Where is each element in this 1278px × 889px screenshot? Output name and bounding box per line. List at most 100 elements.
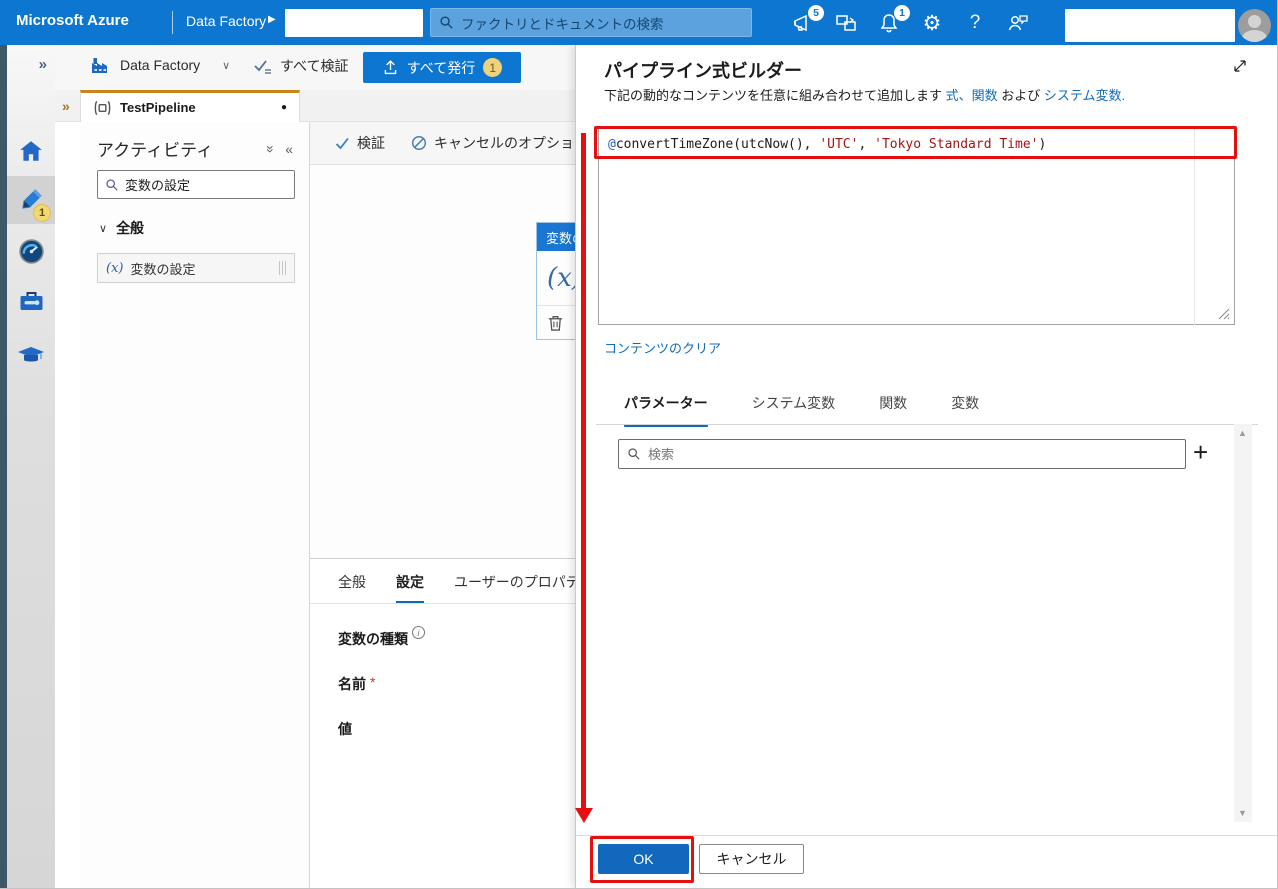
gear-icon: ⚙ — [922, 11, 942, 35]
resource-explorer-expand-button[interactable]: » — [62, 98, 70, 114]
rail-expand-button[interactable]: » — [7, 52, 55, 76]
checklist-icon — [254, 59, 271, 74]
props-tab-user-properties[interactable]: ユーザーのプロパティ — [454, 572, 593, 603]
add-parameter-button[interactable]: + — [1193, 437, 1208, 467]
author-changes-badge: 1 — [33, 204, 51, 222]
cancel-button[interactable]: キャンセル — [699, 844, 804, 874]
announcements-button[interactable]: 5 — [790, 5, 824, 35]
activity-item-set-variable[interactable]: (x) 変数の設定 — [97, 253, 295, 283]
props-tab-general[interactable]: 全般 — [338, 572, 366, 603]
trash-icon[interactable] — [547, 314, 564, 332]
activities-title: アクティビティ — [97, 141, 214, 160]
link-expression[interactable]: 式、 — [946, 88, 972, 103]
left-nav-rail: » 1 — [7, 45, 55, 888]
feedback-button[interactable] — [1005, 11, 1031, 35]
left-edge-strip — [0, 45, 7, 888]
sidebar-item-monitor[interactable] — [7, 227, 55, 275]
sidebar-item-manage[interactable] — [7, 277, 55, 325]
scroll-up-icon[interactable]: ▲ — [1238, 428, 1247, 438]
builder-tabs-divider — [596, 424, 1258, 425]
upload-icon — [384, 60, 397, 75]
ok-button[interactable]: OK — [598, 844, 689, 874]
activities-search-box[interactable] — [97, 170, 295, 199]
global-search-box[interactable]: ファクトリとドキュメントの検索 — [430, 8, 752, 37]
resize-grip-icon[interactable] — [1217, 307, 1230, 320]
scroll-down-icon[interactable]: ▼ — [1238, 808, 1247, 818]
builder-tab-parameters[interactable]: パラメーター — [624, 393, 708, 427]
avatar-head — [1248, 15, 1261, 28]
publish-count-badge: 1 — [483, 58, 503, 77]
clear-contents-link[interactable]: コンテンツのクリア — [604, 338, 721, 357]
expression-token: @ — [608, 137, 616, 152]
publish-all-button[interactable]: すべて発行 1 — [363, 52, 521, 83]
tab-testpipeline[interactable]: TestPipeline ● — [80, 90, 300, 122]
props-tab-settings[interactable]: 設定 — [396, 572, 424, 603]
drag-handle[interactable] — [279, 261, 286, 275]
builder-tab-system-variables[interactable]: システム変数 — [752, 393, 836, 427]
tab-label: TestPipeline — [120, 100, 196, 115]
unsaved-dot-icon: ● — [280, 102, 287, 113]
info-icon[interactable]: i — [412, 626, 425, 639]
sidebar-item-learning[interactable] — [7, 332, 55, 380]
builder-description: 下記の動的なコンテンツを任意に組み合わせて追加します 式、関数 および システム… — [604, 88, 1126, 103]
activities-section-label: 全般 — [116, 220, 145, 236]
link-system-variables[interactable]: システム変数. — [1044, 88, 1125, 103]
azure-data-factory-window: Microsoft Azure Data Factory ▶ ファクトリとドキュ… — [0, 0, 1278, 889]
field-label-variable-type: 変数の種類 i — [338, 626, 425, 649]
builder-tab-functions[interactable]: 関数 — [879, 393, 907, 427]
avatar[interactable] — [1238, 9, 1271, 42]
validate-button[interactable]: 検証 — [335, 133, 385, 153]
account-info-redacted — [1065, 9, 1235, 42]
collapse-all-icon[interactable]: » — [263, 145, 279, 153]
activities-search-input[interactable] — [125, 177, 275, 192]
search-icon — [440, 16, 453, 29]
expression-token: 'Tokyo Standard Time' — [874, 137, 1039, 152]
expression-token: convertTimeZone(utcNow(), — [615, 137, 820, 152]
field-label-value: 値 — [338, 721, 352, 737]
notifications-button[interactable]: 1 — [876, 5, 910, 35]
activity-item-label: 変数の設定 — [130, 261, 196, 277]
parameter-list-scrollbar[interactable]: ▲ ▼ — [1234, 424, 1252, 822]
cancel-options-label: キャンセルのオプション — [434, 135, 588, 151]
sidebar-item-home[interactable] — [7, 127, 55, 175]
validate-all-button[interactable]: すべて検証 — [253, 56, 348, 76]
gauge-icon — [18, 238, 44, 264]
topbar-divider — [172, 11, 173, 34]
check-icon — [335, 137, 349, 149]
azure-top-bar: Microsoft Azure Data Factory ▶ ファクトリとドキュ… — [0, 0, 1277, 45]
sidebar-item-author[interactable]: 1 — [7, 176, 55, 224]
builder-footer-divider — [576, 835, 1277, 836]
directory-switch-icon — [836, 15, 856, 31]
resize-diagonal-icon — [1234, 60, 1246, 72]
builder-title: パイプライン式ビルダー — [604, 61, 802, 81]
directory-switch-button[interactable] — [833, 11, 859, 35]
avatar-body — [1242, 30, 1267, 42]
builder-search-input[interactable] — [648, 446, 1177, 462]
link-functions[interactable]: 関数 — [972, 88, 998, 103]
global-search-placeholder: ファクトリとドキュメントの検索 — [461, 16, 664, 32]
publish-all-label: すべて発行 — [406, 59, 476, 76]
help-button[interactable]: ? — [962, 11, 988, 35]
activities-section-general[interactable]: ∨ 全般 — [99, 218, 144, 238]
topbar-product-label[interactable]: Data Factory — [186, 13, 266, 29]
expression-token: 'UTC' — [819, 137, 859, 152]
home-icon — [20, 141, 42, 161]
expression-token: , — [858, 137, 875, 152]
factory-icon — [92, 58, 107, 73]
prohibited-icon — [411, 135, 427, 151]
set-variable-icon: (x) — [106, 260, 124, 276]
cancel-options-button[interactable]: キャンセルのオプション — [411, 133, 588, 153]
activities-panel: アクティビティ » « ∨ 全般 (x) 変数の設定 — [80, 122, 310, 888]
question-mark-icon: ? — [969, 12, 981, 33]
notifications-badge: 1 — [894, 5, 910, 21]
factory-selector[interactable]: Data Factory ∨ — [90, 55, 230, 75]
settings-button[interactable]: ⚙ — [919, 11, 945, 35]
expand-panel-button[interactable] — [1231, 57, 1251, 77]
graduation-cap-icon — [18, 347, 44, 362]
builder-tab-variables[interactable]: 変数 — [951, 393, 979, 427]
azure-brand[interactable]: Microsoft Azure — [16, 12, 129, 29]
search-icon — [106, 178, 118, 191]
expression-editor[interactable]: @convertTimeZone(utcNow(), 'UTC', 'Tokyo… — [598, 127, 1235, 325]
collapse-panel-icon[interactable]: « — [285, 141, 293, 157]
builder-search-box[interactable] — [618, 439, 1186, 469]
